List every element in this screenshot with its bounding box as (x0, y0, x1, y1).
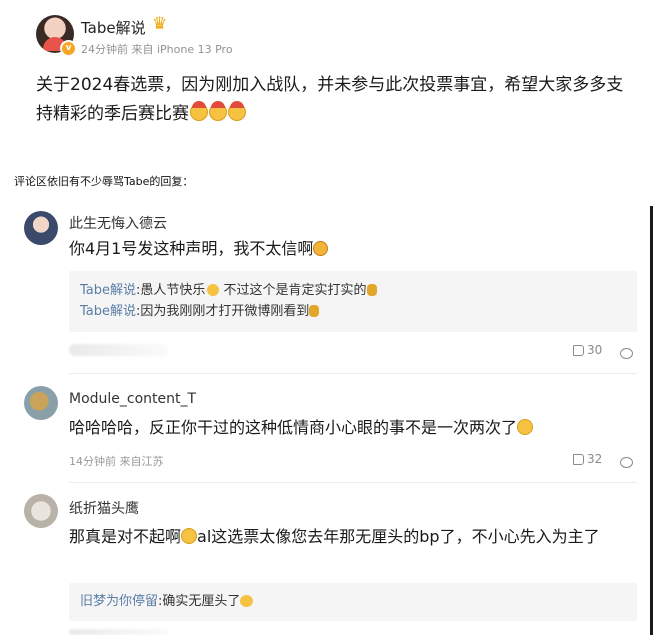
comment-icon (620, 457, 633, 468)
reply-text: :愚人节快乐 (136, 283, 206, 298)
comment-body: 那真是对不起啊 (69, 527, 182, 546)
blurred-meta (69, 629, 169, 635)
commenter-name[interactable]: 纸折猫头鹰 (69, 498, 139, 518)
reply-line: Tabe解说:愚人节快乐 不过这个是肯定实打实的 (80, 281, 377, 301)
crown-badge-icon: ♛ (152, 14, 168, 34)
laugh-emoji-icon (313, 241, 329, 256)
post-body: 关于2024春选票，因为刚加入战队，并未参与此次投票事宜，希望大家多多支持精彩的… (36, 75, 624, 124)
commenter-name[interactable]: Module_content_T (69, 391, 196, 407)
like-button[interactable]: 32 (573, 452, 602, 466)
emoji-icon (190, 101, 208, 121)
torch-emoji-icon (309, 305, 320, 317)
like-count: 32 (587, 452, 603, 466)
reply-author[interactable]: Tabe解说 (80, 283, 136, 298)
torch-emoji-icon (366, 284, 377, 296)
reply-line: 旧梦为你停留:确实无厘头了 (80, 592, 254, 612)
shy-emoji-icon (181, 528, 198, 544)
reply-author[interactable]: 旧梦为你停留 (80, 594, 158, 609)
reply-button[interactable] (620, 453, 633, 472)
emoji-group (189, 100, 246, 129)
reply-text-extra: 不过这个是肯定实打实的 (219, 283, 367, 298)
comment-body-extra: al这选票太像您去年那无厘头的bp了，不小心先入为主了 (197, 527, 600, 546)
like-button[interactable]: 30 (573, 343, 602, 357)
laugh-emoji-icon (517, 419, 534, 435)
like-count: 30 (587, 343, 603, 357)
commenter-name[interactable]: 此生无悔入德云 (69, 213, 167, 233)
comment-text: 你4月1号发这种声明，我不太信啊 (69, 238, 329, 260)
post-meta: 24分钟前 来自 iPhone 13 Pro (81, 43, 233, 56)
emoji-icon (207, 284, 220, 296)
post-text: 关于2024春选票，因为刚加入战队，并未参与此次投票事宜，希望大家多多支持精彩的… (36, 71, 636, 129)
divider (69, 482, 637, 483)
emoji-icon (228, 101, 246, 121)
emoji-icon (240, 595, 254, 607)
comment-text: 哈哈哈哈，反正你干过的这种低情商小心眼的事不是一次两次了 (69, 417, 534, 439)
commenter-avatar[interactable] (24, 386, 58, 420)
comment-meta: 14分钟前 来自江苏 (69, 455, 164, 468)
reply-text: :确实无厘头了 (158, 594, 241, 609)
panel-border (650, 206, 653, 635)
comment-body: 你4月1号发这种声明，我不太信啊 (69, 239, 314, 258)
verified-badge-icon: v (60, 40, 77, 57)
blurred-meta (69, 344, 169, 356)
reply-button[interactable] (620, 344, 633, 363)
thumb-up-icon (573, 345, 584, 356)
comment-icon (620, 348, 633, 359)
thumb-up-icon (573, 454, 584, 465)
commenter-avatar[interactable] (24, 211, 58, 245)
commenter-avatar[interactable] (24, 494, 58, 528)
reply-line: Tabe解说:因为我刚刚才打开微博刚看到 (80, 302, 320, 322)
comment-body: 哈哈哈哈，反正你干过的这种低情商小心眼的事不是一次两次了 (69, 418, 518, 437)
reply-text: :因为我刚刚才打开微博刚看到 (136, 304, 310, 319)
emoji-icon (209, 101, 227, 121)
author-name[interactable]: Tabe解说 (81, 17, 146, 38)
divider (69, 373, 637, 374)
section-label: 评论区依旧有不少辱骂Tabe的回复： (14, 175, 194, 188)
comment-text: 那真是对不起啊 al这选票太像您去年那无厘头的bp了，不小心先入为主了 (69, 526, 639, 548)
reply-author[interactable]: Tabe解说 (80, 304, 136, 319)
